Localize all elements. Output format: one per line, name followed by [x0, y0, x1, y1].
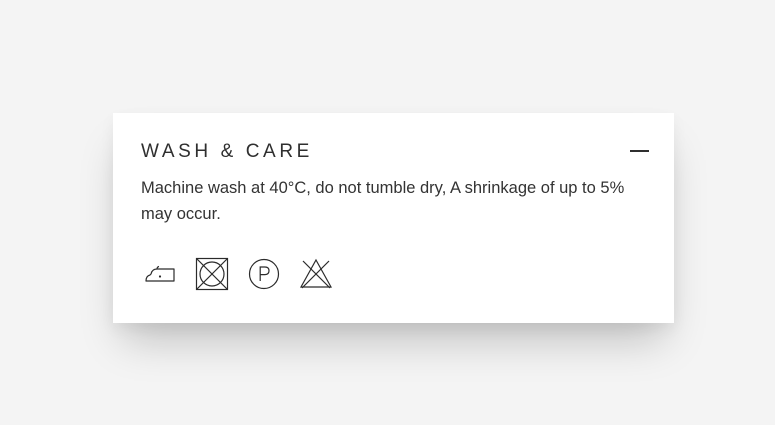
- care-icons-list: [143, 257, 351, 291]
- do-not-bleach-icon: [299, 257, 333, 291]
- collapse-button[interactable]: [628, 140, 650, 162]
- section-title: WASH & CARE: [141, 140, 313, 162]
- dry-clean-p-icon: [247, 257, 281, 291]
- iron-low-heat-icon: [143, 257, 177, 291]
- wash-care-panel: WASH & CARE Machine wash at 40°C, do not…: [113, 113, 674, 323]
- care-description: Machine wash at 40°C, do not tumble dry,…: [141, 179, 625, 223]
- wash-care-header[interactable]: WASH & CARE: [141, 137, 650, 165]
- do-not-tumble-dry-icon: [195, 257, 229, 291]
- minus-icon: [629, 150, 649, 152]
